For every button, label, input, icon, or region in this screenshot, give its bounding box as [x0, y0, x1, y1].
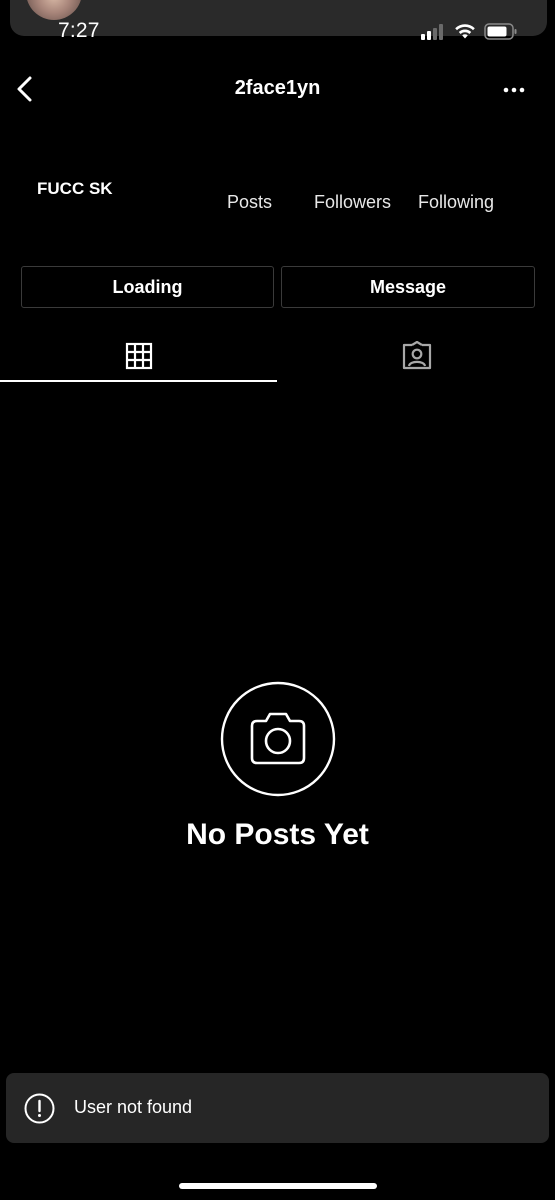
display-name: FUCC SK: [37, 179, 113, 198]
message-button-label: Message: [369, 276, 447, 297]
home-indicator[interactable]: [179, 1183, 377, 1189]
message-button[interactable]: Message: [281, 266, 535, 308]
alert-circle-icon: [24, 1093, 55, 1124]
error-toast[interactable]: User not found: [6, 1073, 549, 1143]
status-time: 7:27: [58, 19, 100, 42]
tab-tagged[interactable]: [278, 330, 555, 382]
wifi-icon: [455, 24, 475, 39]
cellular-signal-icon: [421, 24, 447, 40]
status-bar: 7:27: [0, 0, 555, 46]
follow-button[interactable]: Loading: [21, 266, 274, 308]
followers-stat-label[interactable]: Followers: [314, 192, 391, 213]
empty-state-title: No Posts Yet: [186, 818, 369, 851]
active-tab-indicator: [0, 380, 277, 382]
tab-grid[interactable]: [0, 330, 277, 382]
follow-button-label: Loading: [112, 276, 183, 297]
camera-icon: [220, 681, 336, 797]
following-stat-label[interactable]: Following: [418, 192, 494, 213]
toast-message: User not found: [74, 1097, 193, 1117]
more-horizontal-icon: [503, 87, 525, 93]
grid-icon: [125, 342, 152, 370]
tagged-person-icon: [402, 341, 431, 370]
battery-icon: [484, 23, 517, 40]
profile-username: 2face1yn: [234, 77, 321, 99]
posts-stat-label[interactable]: Posts: [227, 192, 272, 213]
more-options-button[interactable]: [498, 80, 532, 100]
